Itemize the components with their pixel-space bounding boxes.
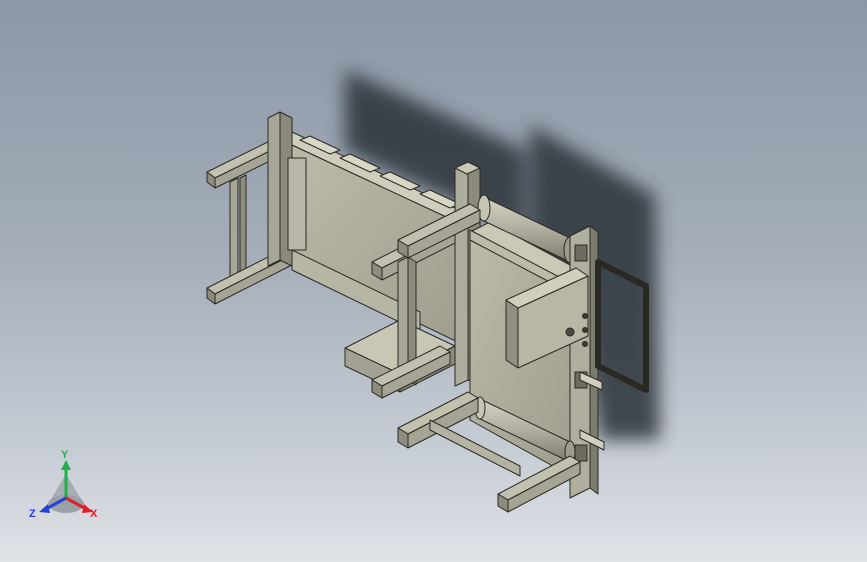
left-end-frame[interactable]	[206, 111, 293, 305]
assembly-model[interactable]	[0, 0, 867, 562]
axis-triad: Y X Z	[29, 449, 98, 520]
triad-x-label: X	[90, 508, 98, 520]
triad-y-label: Y	[61, 449, 69, 461]
triad-z-label: Z	[29, 508, 36, 520]
3d-viewport[interactable]: Y X Z	[0, 0, 867, 562]
